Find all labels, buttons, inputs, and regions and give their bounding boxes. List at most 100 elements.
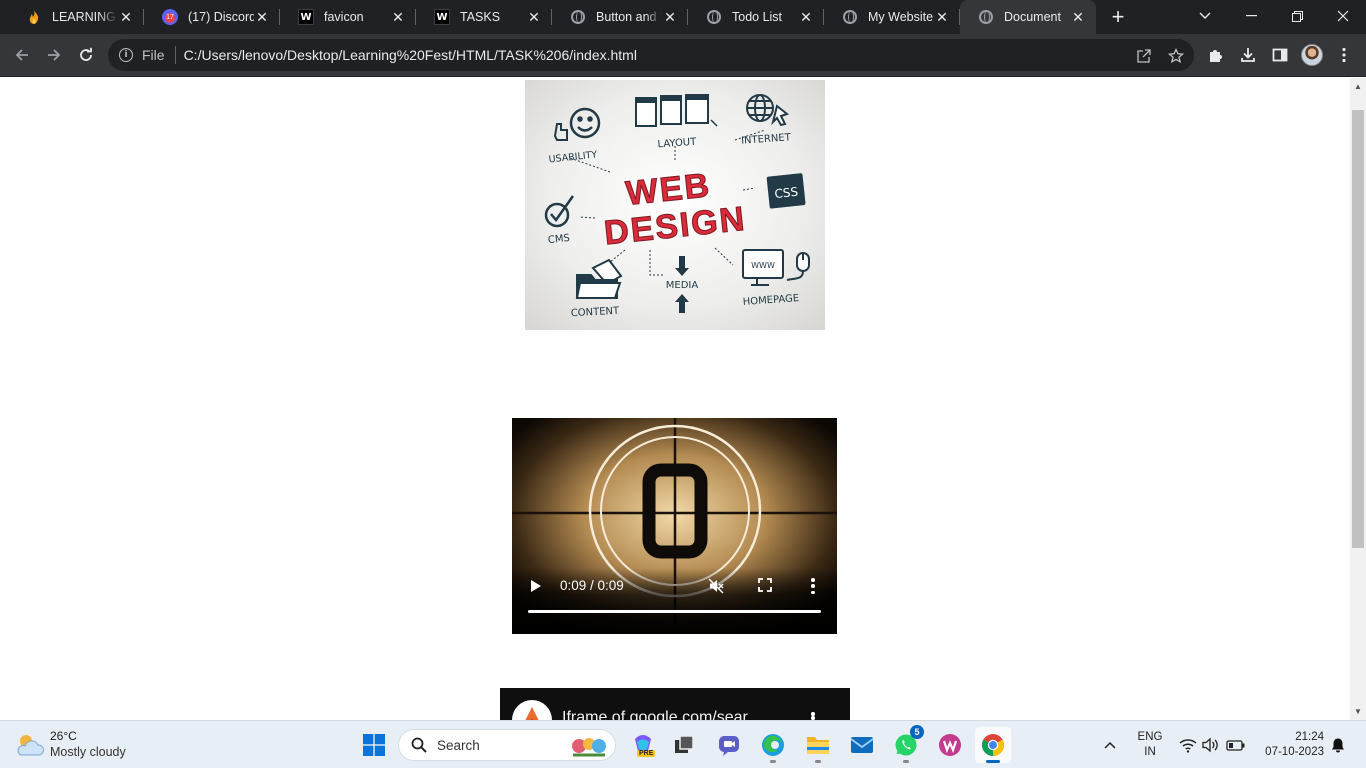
whatsapp-icon[interactable]: 5: [888, 725, 924, 763]
site-info-icon[interactable]: i: [119, 48, 133, 62]
chrome-icon[interactable]: [975, 727, 1011, 763]
embedded-iframe[interactable]: Iframe of google.com/sear: [500, 688, 850, 720]
bookmark-star-icon[interactable]: [1166, 46, 1186, 66]
page-content: USABILITY LAYOUT INTERNET CSS CMS WEB DE…: [0, 78, 1350, 720]
running-indicator: [903, 760, 909, 763]
tab-label: Button and Video: [596, 10, 662, 24]
input-language[interactable]: ENG IN: [1136, 730, 1164, 760]
iframe-video-title[interactable]: Iframe of google.com/sear: [562, 709, 748, 720]
forward-arrow-icon[interactable]: [40, 41, 68, 69]
label-www: WWW: [751, 261, 775, 270]
scroll-thumb[interactable]: [1352, 110, 1364, 548]
new-tab-plus-icon[interactable]: +: [1106, 5, 1130, 29]
download-icon[interactable]: [1237, 44, 1259, 66]
tab-todo-list[interactable]: Todo List ✕: [688, 0, 824, 34]
share-icon[interactable]: [1134, 46, 1154, 66]
video-more-options-icon[interactable]: [810, 578, 816, 594]
css-box-icon: CSS: [766, 173, 806, 209]
extensions-puzzle-icon[interactable]: [1205, 44, 1227, 66]
reload-icon[interactable]: [72, 41, 100, 69]
tab-discord[interactable]: 17 (17) Discord ✕: [144, 0, 280, 34]
edge-browser-icon[interactable]: [755, 727, 791, 763]
play-icon[interactable]: [528, 578, 544, 594]
copilot-pre-icon[interactable]: PRE: [625, 727, 661, 763]
tab-document[interactable]: Document ✕: [960, 0, 1096, 34]
w-favicon-icon: W: [298, 9, 314, 25]
video-progress-fill: [528, 610, 821, 613]
running-indicator: [986, 760, 1000, 763]
whatsapp-unread-badge: 5: [910, 725, 924, 739]
flame-favicon-icon: [26, 9, 42, 25]
weather-description[interactable]: Mostly cloudy: [50, 745, 126, 759]
tab-search-chevron-icon[interactable]: [1182, 0, 1228, 32]
tab-close-icon[interactable]: ✕: [662, 9, 678, 25]
clock-date: 07-10-2023: [1265, 746, 1324, 758]
file-explorer-icon[interactable]: [800, 727, 836, 763]
tab-label: My Website: [868, 10, 934, 24]
page-scrollbar[interactable]: ▲ ▼: [1350, 78, 1366, 720]
globe-favicon-icon: [978, 9, 994, 25]
tab-label: LEARNING FEST: [52, 10, 118, 24]
scroll-up-arrow-icon[interactable]: ▲: [1350, 78, 1366, 95]
tab-close-icon[interactable]: ✕: [390, 9, 406, 25]
restore-window-icon[interactable]: [1274, 0, 1320, 32]
video-player[interactable]: 0 0:09 / 0:09: [512, 418, 837, 634]
wps-office-icon[interactable]: [932, 727, 968, 763]
battery-icon[interactable]: [1226, 737, 1245, 753]
tab-label: Todo List: [732, 10, 783, 24]
channel-logo-icon: [525, 707, 539, 720]
notification-bell-icon[interactable]: [1330, 737, 1346, 753]
tab-close-icon[interactable]: ✕: [254, 9, 270, 25]
mail-icon[interactable]: [844, 727, 880, 763]
tab-close-icon[interactable]: ✕: [1070, 9, 1086, 25]
address-divider: [174, 46, 176, 64]
pre-badge: PRE: [637, 750, 656, 757]
clock[interactable]: 21:24 07-10-2023: [1252, 730, 1324, 760]
layout-windows-icon: [635, 94, 718, 127]
teams-chat-icon[interactable]: [711, 727, 747, 763]
address-bar[interactable]: i File C:/Users/lenovo/Desktop/Learning%…: [108, 39, 1194, 71]
back-arrow-icon[interactable]: [8, 41, 36, 69]
tab-button-and-video[interactable]: Button and Video ✕: [552, 0, 688, 34]
windows-start-icon[interactable]: [356, 727, 392, 763]
tab-label: TASKS: [460, 10, 501, 24]
kebab-menu-icon[interactable]: [1333, 44, 1355, 66]
video-progress-bar[interactable]: [528, 610, 821, 613]
tab-strip: LEARNING FEST ✕ 17 (17) Discord ✕ W favi…: [0, 0, 1366, 34]
language-code: ENG: [1137, 731, 1163, 743]
tab-close-icon[interactable]: ✕: [118, 9, 134, 25]
minimize-window-icon[interactable]: [1228, 0, 1274, 32]
taskbar-search[interactable]: Search: [398, 729, 616, 761]
label-media: MEDIA: [666, 280, 699, 291]
task-view-icon[interactable]: [666, 727, 702, 763]
wifi-icon[interactable]: [1179, 737, 1197, 753]
tab-close-icon[interactable]: ✕: [934, 9, 950, 25]
tab-my-website[interactable]: My Website ✕: [824, 0, 960, 34]
search-icon: [411, 737, 427, 753]
discord-notification-count: 17: [165, 13, 175, 23]
tab-favicon[interactable]: W favicon ✕: [280, 0, 416, 34]
tab-label: (17) Discord: [188, 10, 254, 24]
volume-icon[interactable]: [1202, 737, 1220, 753]
channel-avatar: [512, 700, 552, 720]
web-design-image: USABILITY LAYOUT INTERNET CSS CMS WEB DE…: [525, 80, 825, 330]
profile-avatar[interactable]: [1301, 44, 1323, 66]
show-hidden-icons-chevron-icon[interactable]: [1102, 737, 1118, 753]
weather-temperature[interactable]: 26°C: [50, 729, 77, 743]
tab-close-icon[interactable]: ✕: [526, 9, 542, 25]
side-panel-icon[interactable]: [1269, 44, 1291, 66]
scroll-down-arrow-icon[interactable]: ▼: [1350, 703, 1366, 720]
close-window-icon[interactable]: [1320, 0, 1366, 32]
tab-learning-fest[interactable]: LEARNING FEST ✕: [8, 0, 144, 34]
tab-label: Document: [1004, 10, 1061, 24]
url-text[interactable]: C:/Users/lenovo/Desktop/Learning%20Fest/…: [184, 47, 637, 63]
tab-close-icon[interactable]: ✕: [798, 9, 814, 25]
fullscreen-icon[interactable]: [758, 578, 772, 592]
windows-taskbar: 26°C Mostly cloudy Search PRE 5 ENG IN 2…: [0, 720, 1366, 768]
partly-cloudy-icon[interactable]: [14, 731, 45, 759]
iframe-more-options-icon[interactable]: [811, 712, 815, 720]
muted-speaker-icon[interactable]: [708, 578, 724, 594]
globe-favicon-icon: [570, 9, 586, 25]
running-indicator: [815, 760, 821, 763]
tab-tasks[interactable]: W TASKS ✕: [416, 0, 552, 34]
